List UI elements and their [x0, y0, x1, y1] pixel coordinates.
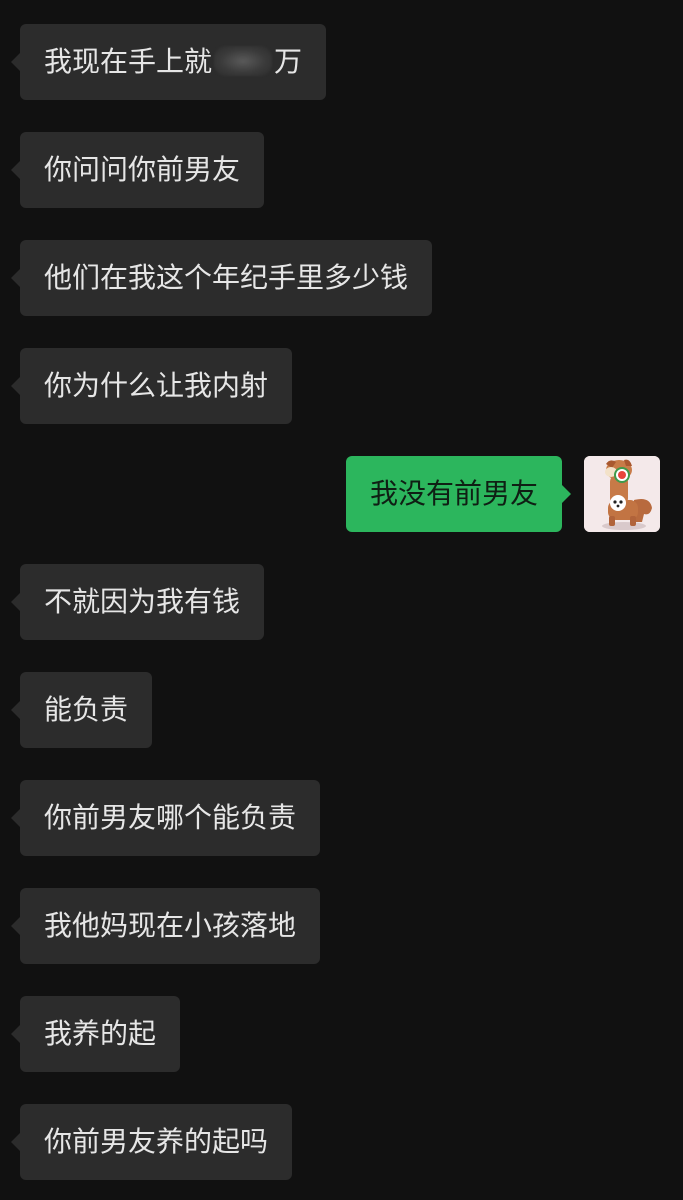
message-bubble-incoming[interactable]: 我他妈现在小孩落地: [10, 888, 321, 964]
message-text: 能负责: [44, 693, 129, 726]
message-text: 他们在我这个年纪手里多少钱: [44, 261, 409, 294]
message-bubble-incoming[interactable]: 他们在我这个年纪手里多少钱: [10, 240, 433, 316]
message-text: 你为什么让我内射: [44, 369, 269, 402]
message-text: 不就因为我有钱: [44, 585, 241, 618]
message-bubble-incoming[interactable]: 你问问你前男友: [10, 132, 265, 208]
redacted-amount-icon: [214, 46, 273, 76]
message-bubble-incoming[interactable]: 你前男友哪个能负责: [10, 780, 321, 856]
message-text: 我养的起: [44, 1017, 157, 1050]
message-text: 你前男友哪个能负责: [44, 801, 297, 834]
message-bubble-incoming[interactable]: 能负责: [10, 672, 153, 748]
message-text: 我现在手上就: [44, 45, 213, 78]
message-bubble-incoming[interactable]: 我养的起: [10, 996, 181, 1072]
message-bubble-incoming[interactable]: 不就因为我有钱: [10, 564, 265, 640]
message-text: 你问问你前男友: [44, 153, 241, 186]
message-text: 我他妈现在小孩落地: [44, 909, 297, 942]
message-bubble-incoming[interactable]: 你前男友养的起吗: [10, 1104, 293, 1180]
message-bubble-incoming[interactable]: 你为什么让我内射: [10, 348, 293, 424]
message-text: 我没有前男友: [369, 477, 538, 510]
message-text: 你前男友养的起吗: [44, 1125, 269, 1158]
user-avatar[interactable]: [584, 456, 660, 532]
message-bubble-incoming[interactable]: 我现在手上就 万: [10, 24, 327, 100]
alpaca-plush-avatar-icon: [584, 456, 660, 532]
message-text: 万: [274, 45, 303, 78]
message-bubble-outgoing[interactable]: 我没有前男友: [345, 456, 572, 532]
chat-conversation: 我现在手上就 万 你问问你前男友 他们在我这个年纪手里多少钱 你为什么让我内射 我…: [0, 0, 683, 1200]
